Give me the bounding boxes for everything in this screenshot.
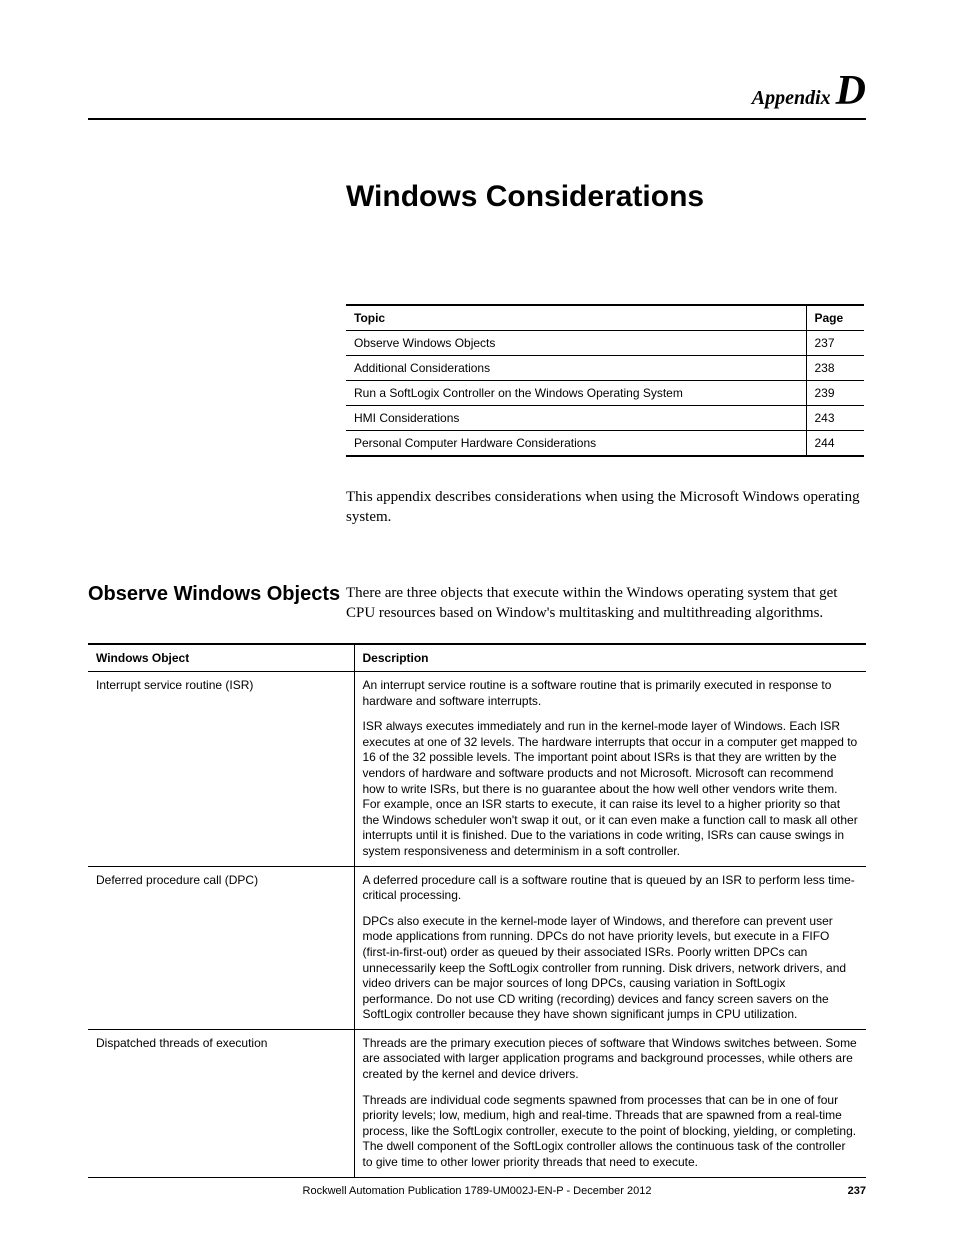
desc-para: ISR always executes immediately and run … — [363, 719, 859, 859]
table-row: Deferred procedure call (DPC) A deferred… — [88, 866, 866, 1029]
appendix-letter: D — [836, 68, 866, 114]
table-row: Interrupt service routine (ISR) An inter… — [88, 672, 866, 867]
footer-publication: Rockwell Automation Publication 1789-UM0… — [303, 1185, 652, 1197]
object-description: Threads are the primary execution pieces… — [354, 1029, 866, 1177]
desc-para: DPCs also execute in the kernel-mode lay… — [363, 914, 859, 1023]
section-paragraph: There are three objects that execute wit… — [346, 583, 866, 624]
toc-row: Run a SoftLogix Controller on the Window… — [346, 381, 864, 406]
toc-page: 238 — [806, 356, 864, 381]
toc-topic: Additional Considerations — [346, 356, 806, 381]
objects-col-name: Windows Object — [88, 644, 354, 672]
objects-col-desc: Description — [354, 644, 866, 672]
footer-page-number: 237 — [848, 1185, 866, 1197]
toc-row: Observe Windows Objects 237 — [346, 331, 864, 356]
desc-para: An interrupt service routine is a softwa… — [363, 678, 859, 709]
toc-col-page: Page — [806, 305, 864, 331]
table-row: Dispatched threads of execution Threads … — [88, 1029, 866, 1177]
appendix-word: Appendix — [752, 87, 831, 109]
desc-para: Threads are the primary execution pieces… — [363, 1036, 859, 1083]
object-description: An interrupt service routine is a softwa… — [354, 672, 866, 867]
section-heading: Observe Windows Objects — [88, 583, 346, 606]
toc-col-topic: Topic — [346, 305, 806, 331]
intro-paragraph: This appendix describes considerations w… — [346, 487, 866, 528]
desc-para: Threads are individual code segments spa… — [363, 1093, 859, 1171]
document-page: Appendix D Windows Considerations Topic … — [0, 0, 954, 1235]
appendix-header: Appendix D — [88, 70, 866, 120]
object-name: Interrupt service routine (ISR) — [88, 672, 354, 867]
toc-topic: Observe Windows Objects — [346, 331, 806, 356]
object-name: Dispatched threads of execution — [88, 1029, 354, 1177]
desc-para: A deferred procedure call is a software … — [363, 873, 859, 904]
toc-page: 237 — [806, 331, 864, 356]
object-description: A deferred procedure call is a software … — [354, 866, 866, 1029]
toc-page: 243 — [806, 406, 864, 431]
toc-page: 244 — [806, 431, 864, 457]
page-footer: Rockwell Automation Publication 1789-UM0… — [88, 1185, 866, 1197]
toc-topic: HMI Considerations — [346, 406, 806, 431]
toc-row: Additional Considerations 238 — [346, 356, 864, 381]
toc-table: Topic Page Observe Windows Objects 237 A… — [346, 304, 864, 457]
toc-row: Personal Computer Hardware Consideration… — [346, 431, 864, 457]
toc-topic: Run a SoftLogix Controller on the Window… — [346, 381, 806, 406]
toc-row: HMI Considerations 243 — [346, 406, 864, 431]
chapter-title: Windows Considerations — [346, 180, 866, 214]
objects-table: Windows Object Description Interrupt ser… — [88, 643, 866, 1178]
toc-page: 239 — [806, 381, 864, 406]
object-name: Deferred procedure call (DPC) — [88, 866, 354, 1029]
toc-topic: Personal Computer Hardware Consideration… — [346, 431, 806, 457]
section-row: Observe Windows Objects There are three … — [88, 583, 866, 624]
